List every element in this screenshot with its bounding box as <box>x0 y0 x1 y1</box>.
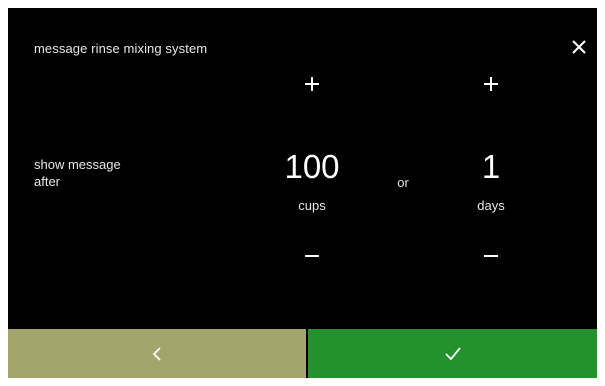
rinse-message-screen: message rinse mixing system show message… <box>8 8 597 378</box>
days-increase-button[interactable] <box>451 64 531 104</box>
plus-icon <box>305 77 319 91</box>
label-line-1: show message <box>34 157 121 172</box>
close-icon <box>572 40 586 54</box>
minus-icon <box>484 255 498 257</box>
days-value: 1 <box>481 148 501 185</box>
back-button[interactable] <box>8 329 306 378</box>
show-message-after-label: show message after <box>34 156 194 190</box>
confirm-button[interactable] <box>308 329 597 378</box>
plus-icon <box>484 77 498 91</box>
label-line-2: after <box>34 174 61 189</box>
days-stepper: 1 days <box>451 8 531 329</box>
or-separator: or <box>397 175 409 190</box>
cups-decrease-button[interactable] <box>272 236 352 276</box>
days-decrease-button[interactable] <box>451 236 531 276</box>
cups-increase-button[interactable] <box>272 64 352 104</box>
page-title: message rinse mixing system <box>34 41 208 56</box>
cups-unit: cups <box>298 198 326 213</box>
cups-value: 100 <box>284 148 340 185</box>
bottom-action-bar <box>8 329 597 378</box>
minus-icon <box>305 255 319 257</box>
chevron-left-icon <box>152 346 161 361</box>
close-button[interactable] <box>568 36 590 58</box>
checkmark-icon <box>444 346 461 360</box>
cups-stepper: 100 cups <box>272 8 352 329</box>
days-unit: days <box>477 198 505 213</box>
